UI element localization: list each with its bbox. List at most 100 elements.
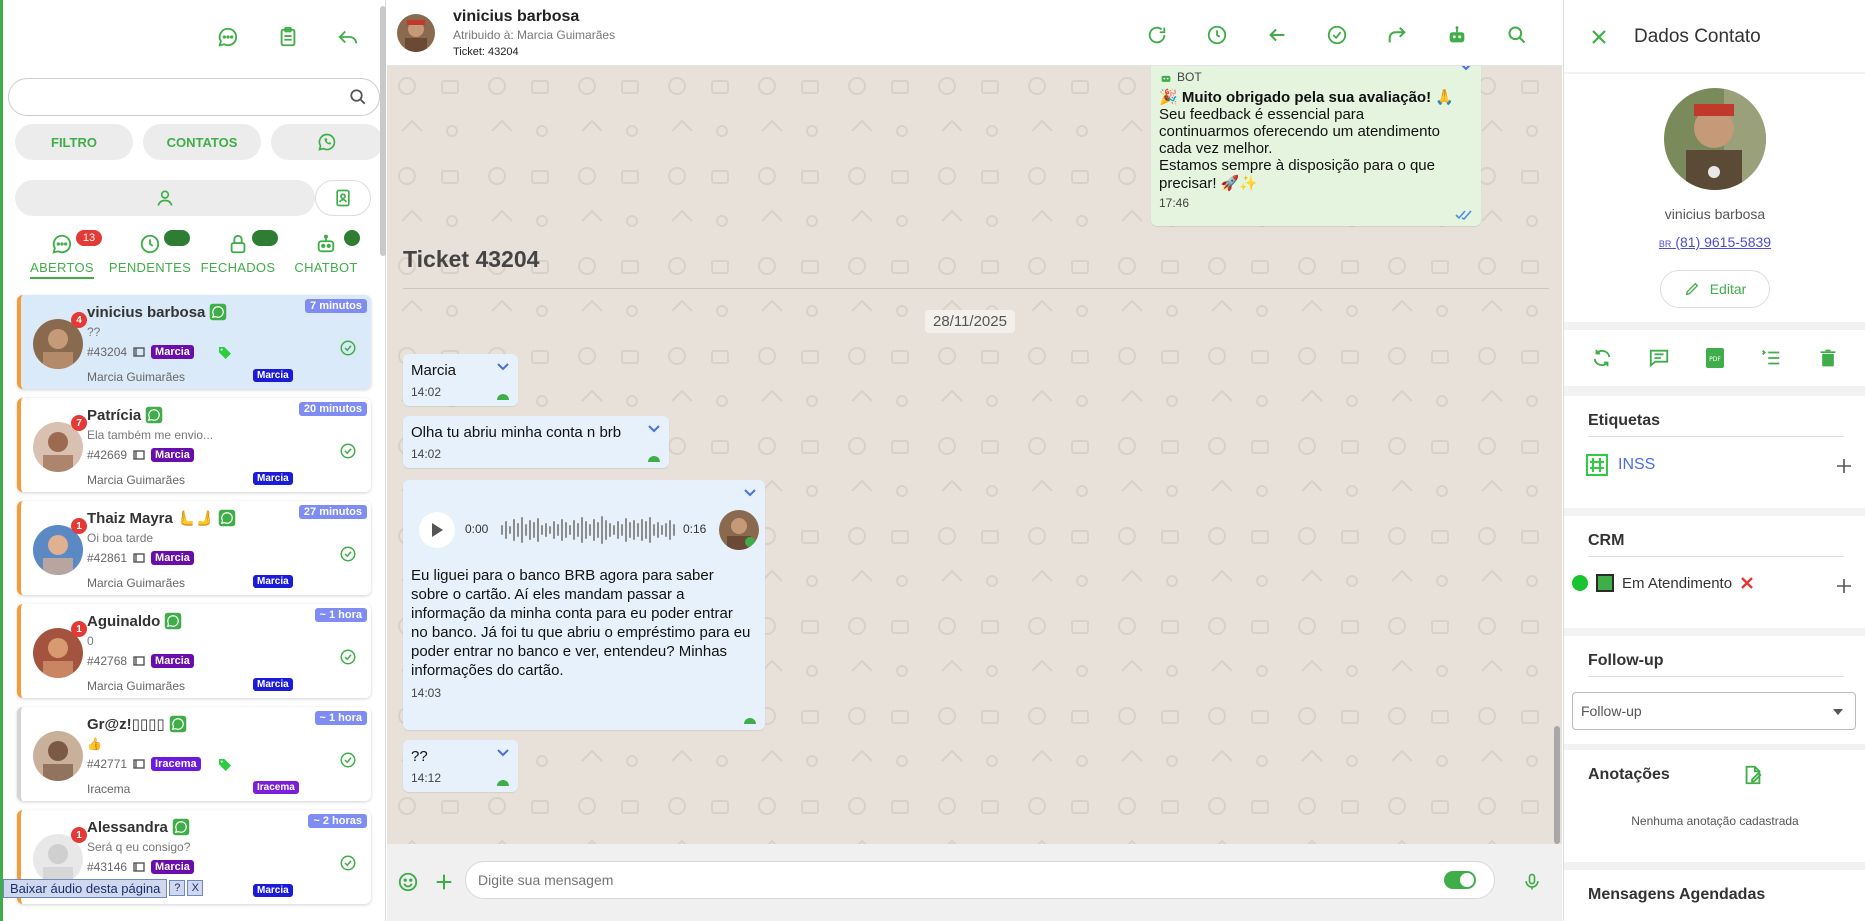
filter-button[interactable]: FILTRO: [15, 124, 133, 160]
reply-icon[interactable]: [333, 22, 363, 52]
chevron-down-icon[interactable]: [496, 362, 510, 372]
pdf-icon[interactable]: PDF: [1700, 343, 1730, 373]
chevron-down-icon[interactable]: [647, 424, 661, 434]
whatsapp-icon: [210, 303, 227, 321]
waveform-bar: [617, 521, 619, 539]
contact-phone[interactable]: BR (81) 9615-5839: [1564, 234, 1865, 250]
resolve-ticket-button[interactable]: [339, 854, 357, 872]
check-circle-icon[interactable]: [339, 339, 357, 357]
chat-toolbar: [1142, 20, 1532, 50]
emoji-icon[interactable]: [393, 867, 423, 897]
forward-icon[interactable]: [1382, 20, 1412, 50]
waveform-bar: [561, 519, 563, 541]
ticket-contact-name: Gr@z!▯▯▯▯: [87, 715, 187, 733]
waveform-bar: [585, 521, 587, 539]
whatsapp-filter-button[interactable]: [271, 124, 383, 160]
ticket-card[interactable]: Gr@z!▯▯▯▯ 👍 #42771 Iracema Iracema Iracema ~ 1…: [17, 707, 371, 801]
clock-icon[interactable]: [1202, 20, 1232, 50]
waveform-bar: [521, 517, 523, 543]
resolve-ticket-button[interactable]: [339, 648, 357, 666]
message-area[interactable]: BOT 🎉 Muito obrigado pela sua avaliação!…: [387, 66, 1562, 844]
clipboard-icon[interactable]: [273, 22, 303, 52]
robot-icon[interactable]: [1442, 20, 1472, 50]
avatar: [719, 510, 759, 550]
followup-select[interactable]: Follow-up: [1572, 692, 1856, 730]
tab-fechados[interactable]: 0 FECHADOS: [194, 228, 282, 282]
search-icon[interactable]: [349, 88, 367, 106]
check-circle-icon[interactable]: [339, 442, 357, 460]
check-circle-icon[interactable]: [1322, 20, 1352, 50]
tab-abertos[interactable]: 13 ABERTOS: [18, 228, 106, 282]
ticket-contact-name: Patrícia: [87, 406, 163, 424]
robot-icon: [1161, 75, 1171, 82]
chevron-down-icon[interactable]: [1459, 66, 1473, 72]
app-window: FILTRO CONTATOS 13 ABERTOS 0 PENDENTES 0…: [0, 0, 1865, 921]
incoming-message: Olha tu abriu minha conta n brb 14:02: [403, 416, 669, 468]
resolve-ticket-button[interactable]: [339, 442, 357, 460]
attach-plus-icon[interactable]: [429, 867, 459, 897]
waveform-bar: [525, 524, 527, 536]
search-icon[interactable]: [1502, 20, 1532, 50]
audio-waveform[interactable]: [501, 514, 677, 546]
resolve-ticket-button[interactable]: [339, 339, 357, 357]
help-button[interactable]: ?: [169, 880, 186, 896]
ticket-card[interactable]: 1 Thaiz Mayra 🫷🫸 Oi boa tarde #42861 Marcia Ma…: [17, 501, 371, 595]
avatar[interactable]: [397, 14, 435, 52]
message-input[interactable]: [466, 862, 1366, 898]
whatsapp-icon: [218, 509, 236, 527]
ticket-card[interactable]: 1 Aguinaldo 0 #42768 Marcia Marcia Guimarães M…: [17, 604, 371, 698]
chevron-down-icon[interactable]: [496, 748, 510, 758]
contacts-button[interactable]: CONTATOS: [143, 124, 261, 160]
pencil-icon: [1685, 282, 1698, 296]
sync-icon[interactable]: [1587, 343, 1617, 373]
ticket-name-text: Patrícia: [87, 406, 142, 424]
close-helper-button[interactable]: X: [187, 880, 204, 896]
caret-down-icon: [1833, 709, 1843, 715]
assigned-user: Iracema: [87, 782, 131, 796]
check-circle-icon[interactable]: [339, 854, 357, 872]
sidebar-scrollbar[interactable]: [380, 6, 386, 256]
queue-tag: Marcia: [151, 448, 194, 462]
user-tag: Iracema: [253, 781, 299, 794]
tab-pendentes[interactable]: 0 PENDENTES: [106, 228, 194, 282]
search-input[interactable]: [9, 79, 329, 115]
check-circle-icon[interactable]: [339, 545, 357, 563]
waveform-bar: [669, 520, 671, 540]
messages-icon[interactable]: [1644, 343, 1674, 373]
add-note-icon[interactable]: [1742, 764, 1764, 786]
tab-label: FECHADOS: [200, 260, 276, 275]
crm-status[interactable]: Em Atendimento: [1572, 574, 1754, 592]
new-chat-icon[interactable]: [213, 22, 243, 52]
play-button[interactable]: [419, 512, 455, 548]
tag-item[interactable]: INSS: [1586, 454, 1655, 476]
edit-contact-button[interactable]: Editar: [1660, 270, 1770, 308]
remove-icon[interactable]: [1740, 576, 1754, 590]
trash-icon[interactable]: [1813, 343, 1843, 373]
avatar[interactable]: [1664, 88, 1766, 190]
close-icon[interactable]: [1590, 28, 1608, 46]
microphone-icon[interactable]: [1517, 867, 1547, 897]
resolve-ticket-button[interactable]: [339, 751, 357, 769]
contact-card-tab[interactable]: [315, 180, 371, 216]
chat-scrollbar[interactable]: [1554, 726, 1560, 844]
waveform-bar: [665, 523, 667, 537]
double-check-icon: [1455, 210, 1473, 220]
tab-chatbot[interactable]: 0 CHATBOT: [282, 228, 370, 282]
ticket-card[interactable]: 4 vinicius barbosa?? #43204 Marcia Marcia Gu…: [17, 295, 371, 389]
signature-toggle[interactable]: [1444, 871, 1476, 889]
my-tickets-tab[interactable]: [15, 180, 315, 216]
check-circle-icon[interactable]: [339, 648, 357, 666]
message-text: Estamos sempre à disposição para o que: [1159, 157, 1435, 174]
crm-section: CRM Em Atendimento: [1564, 516, 1865, 628]
download-audio-button[interactable]: Baixar áudio desta página: [3, 878, 168, 898]
message-text: continuarmos oferecendo um atendimento: [1159, 123, 1441, 140]
ticket-card[interactable]: 7 Patrícia Ela também me envio... #42669 Mar…: [17, 398, 371, 492]
resolve-ticket-button[interactable]: [339, 545, 357, 563]
refresh-icon[interactable]: [1142, 20, 1172, 50]
back-arrow-icon[interactable]: [1262, 20, 1292, 50]
add-crm-icon[interactable]: [1836, 578, 1852, 594]
user-tag: Marcia: [253, 472, 293, 485]
add-tag-icon[interactable]: [1836, 458, 1852, 474]
check-circle-icon[interactable]: [339, 751, 357, 769]
list-icon[interactable]: [1756, 343, 1786, 373]
